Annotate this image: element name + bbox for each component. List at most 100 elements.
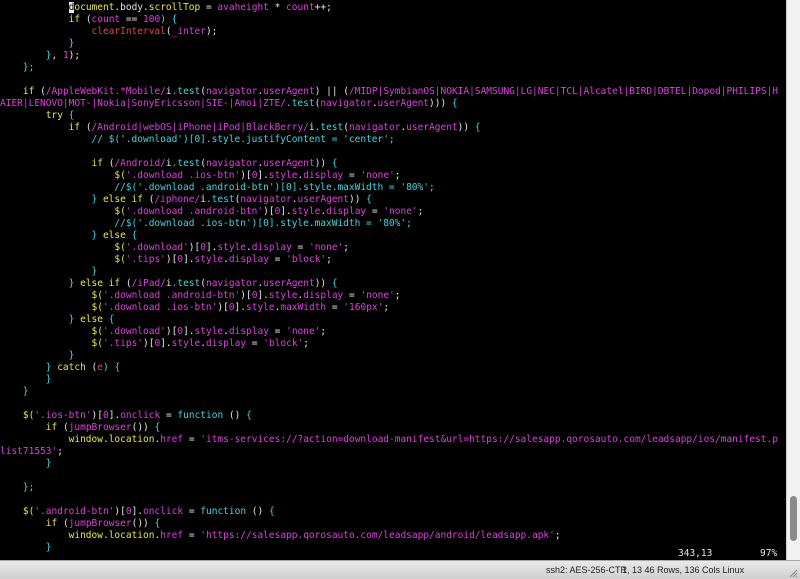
code-token: 100 xyxy=(143,14,161,25)
code-token: $( xyxy=(22,410,35,421)
code-token: ; xyxy=(343,242,350,253)
vertical-scrollbar[interactable] xyxy=(786,0,800,560)
code-token: style xyxy=(171,338,201,349)
code-token: ( xyxy=(120,278,132,289)
code-token: = xyxy=(291,242,309,253)
code-token: ]. xyxy=(257,290,269,301)
code-token: if xyxy=(22,86,35,97)
code-token: } xyxy=(0,50,52,61)
code-token: .test xyxy=(171,158,201,169)
code-token: ( xyxy=(80,14,92,25)
code-token: } xyxy=(0,278,81,289)
code-token: { xyxy=(102,314,115,325)
code-token: = xyxy=(200,2,218,13)
code-token: ( xyxy=(85,362,98,373)
code-line: } else if (/iphone/i.test(navigator.user… xyxy=(0,194,372,206)
code-token: ( xyxy=(57,422,69,433)
code-token: ]. xyxy=(183,254,195,265)
code-token: ( xyxy=(57,518,69,529)
code-token: 'block' xyxy=(263,338,304,349)
code-token: style xyxy=(291,206,321,217)
code-token: $( xyxy=(114,242,126,253)
code-token: if xyxy=(68,14,81,25)
code-token: /AppleWebKit.*Mobile/ xyxy=(45,86,166,97)
status-bar: ssh2: AES-256-CTR 1, 13 46 Rows, 136 Col… xyxy=(0,560,800,579)
code-token: ; xyxy=(383,302,390,313)
code-token: style xyxy=(268,290,298,301)
code-token: userAgent xyxy=(297,194,349,205)
code-line: } xyxy=(0,386,29,398)
code-token: } xyxy=(0,194,103,205)
code-token: = xyxy=(160,410,178,421)
code-token: navigator xyxy=(205,86,258,97)
code-token: '160px' xyxy=(343,302,384,313)
code-token: )) xyxy=(349,194,367,205)
code-line: if (/Android/i.test(navigator.userAgent)… xyxy=(0,158,338,170)
code-token: $( xyxy=(114,254,126,265)
code-token: navigator xyxy=(240,194,292,205)
code-token: * xyxy=(268,2,287,13)
resize-grip-icon[interactable] xyxy=(788,568,798,578)
code-token: /Android/ xyxy=(114,158,166,169)
code-line: //$('.download .android-btn')[0].style.m… xyxy=(0,182,434,194)
code-line: } xyxy=(0,458,52,470)
code-token: )[ xyxy=(188,242,201,253)
code-token: display xyxy=(326,206,367,217)
code-token: $( xyxy=(22,506,35,517)
code-token: )[ xyxy=(143,338,155,349)
code-token: ]. xyxy=(280,206,292,217)
code-editor[interactable]: document.body.scrollTop = avaheight * co… xyxy=(0,0,786,553)
code-token: function xyxy=(200,506,247,517)
code-token: 'none' xyxy=(360,290,395,301)
code-line: } xyxy=(0,350,75,362)
code-token: clearInterval xyxy=(91,26,166,37)
code-line: $('.download')[0].style.display = 'none'… xyxy=(0,326,327,338)
code-token: jumpBrowser xyxy=(68,518,132,529)
code-token: { xyxy=(154,518,161,529)
code-token: navigator xyxy=(320,98,372,109)
code-token: ]. xyxy=(234,302,246,313)
code-token: try xyxy=(45,110,63,121)
code-token: /MIDP|SymbianOS|NOKIA|SAMSUNG|LG|NEC|TCL… xyxy=(349,86,778,97)
code-token: '.android-btn' xyxy=(34,506,115,517)
code-token: if xyxy=(91,158,103,169)
code-token: $( xyxy=(91,326,103,337)
code-token: if xyxy=(45,422,58,433)
code-line: $('.download .android-btn')[0].style.dis… xyxy=(0,290,401,302)
code-token: $( xyxy=(91,302,103,313)
code-line: } xyxy=(0,266,98,278)
code-token: )[ xyxy=(240,170,252,181)
code-token: .test xyxy=(314,122,344,133)
code-line: //$('.download .ios-btn')[0].style.maxWi… xyxy=(0,218,411,230)
code-token: ( xyxy=(143,194,155,205)
code-token: navigator xyxy=(205,158,258,169)
code-token: navigator xyxy=(205,278,258,289)
code-token: /iPad/ xyxy=(131,278,166,289)
code-token: }; xyxy=(0,62,35,73)
code-token: onclick xyxy=(143,506,184,517)
scrollbar-thumb[interactable] xyxy=(790,496,797,541)
code-token: )[ xyxy=(165,326,178,337)
code-line: $('.android-btn')[0].onclick = function … xyxy=(0,506,275,518)
code-token: '.download .android-btn' xyxy=(125,206,264,217)
code-token: else xyxy=(80,314,103,325)
code-token: } xyxy=(0,38,75,49)
code-token: ) { xyxy=(160,14,178,25)
code-token: style xyxy=(194,326,224,337)
code-token: '.download .ios-btn' xyxy=(102,302,218,313)
code-token: = xyxy=(326,302,344,313)
code-token: = xyxy=(183,434,201,445)
code-token: display xyxy=(303,290,344,301)
code-line: } else if (/iPad/i.test(navigator.userAg… xyxy=(0,278,338,290)
terminal-window[interactable]: document.body.scrollTop = avaheight * co… xyxy=(0,0,786,560)
code-token: } xyxy=(0,374,52,385)
code-token: '.download .ios-btn' xyxy=(125,170,241,181)
